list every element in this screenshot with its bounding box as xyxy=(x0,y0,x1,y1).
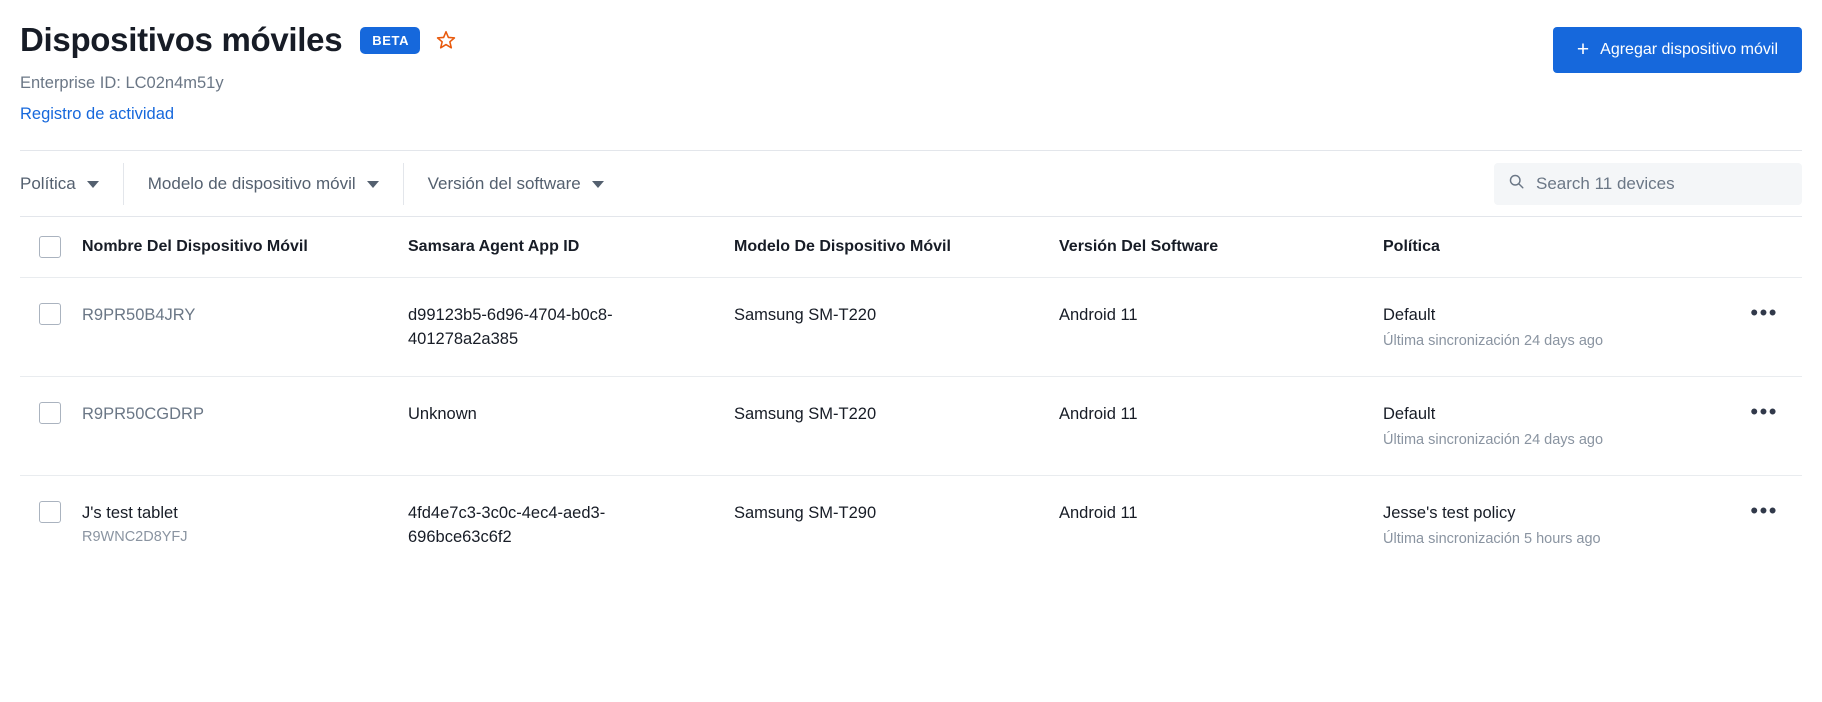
cell-actions: ••• xyxy=(1738,302,1802,324)
table-header-row: Nombre Del Dispositivo Móvil Samsara Age… xyxy=(20,217,1802,277)
row-checkbox[interactable] xyxy=(39,402,61,424)
cell-app-id: 4fd4e7c3-3c0c-4ec4-aed3-696bce63c6f2 xyxy=(408,501,734,549)
star-outline-icon[interactable] xyxy=(434,28,458,52)
overflow-menu-icon[interactable]: ••• xyxy=(1750,401,1778,423)
app-id-value: Unknown xyxy=(408,405,477,423)
add-mobile-device-button[interactable]: + Agregar dispositivo móvil xyxy=(1552,27,1802,73)
column-header-policy: Política xyxy=(1383,238,1440,255)
filter-policy-label: Política xyxy=(20,173,76,193)
search-input[interactable]: Search 11 devices xyxy=(1494,163,1802,205)
row-checkbox[interactable] xyxy=(39,303,61,325)
policy-last-sync: Última sincronización 24 days ago xyxy=(1383,333,1604,349)
filter-device-model[interactable]: Modelo de dispositivo móvil xyxy=(122,162,403,205)
column-header-model: Modelo De Dispositivo Móvil xyxy=(734,238,951,255)
device-name-link[interactable]: R9PR50B4JRY xyxy=(82,303,408,327)
row-checkbox[interactable] xyxy=(39,501,61,523)
table-row[interactable]: J's test tablet R9WNC2D8YFJ 4fd4e7c3-3c0… xyxy=(20,475,1802,574)
overflow-menu-icon[interactable]: ••• xyxy=(1750,302,1778,324)
cell-device-name[interactable]: R9PR50CGDRP xyxy=(82,402,408,426)
cell-policy: Default Última sincronización 24 days ag… xyxy=(1383,303,1738,351)
policy-last-sync: Última sincronización 5 hours ago xyxy=(1383,531,1601,547)
filter-policy[interactable]: Política xyxy=(20,163,123,205)
activity-log-link[interactable]: Registro de actividad xyxy=(20,103,174,125)
title-row: Dispositivos móviles BETA xyxy=(20,18,1802,62)
device-name-link[interactable]: R9PR50CGDRP xyxy=(82,402,408,426)
select-all-checkbox[interactable] xyxy=(39,236,61,258)
mobile-devices-page: Dispositivos móviles BETA Enterprise ID:… xyxy=(0,0,1822,702)
policy-name: Jesse's test policy xyxy=(1383,504,1516,522)
chevron-down-icon xyxy=(86,181,99,188)
cell-actions: ••• xyxy=(1738,401,1802,423)
policy-name: Default xyxy=(1383,306,1436,324)
table-row[interactable]: R9PR50B4JRY d99123b5-6d96-4704-b0c8-4012… xyxy=(20,277,1802,376)
cell-device-model: Samsung SM-T290 xyxy=(734,504,877,522)
devices-table: Nombre Del Dispositivo Móvil Samsara Age… xyxy=(20,216,1802,574)
cell-software-version: Android 11 xyxy=(1059,306,1138,324)
filter-software-version-label: Versión del software xyxy=(427,173,581,193)
filter-software-version[interactable]: Versión del software xyxy=(402,162,628,205)
overflow-menu-icon[interactable]: ••• xyxy=(1750,500,1778,522)
column-header-app-id: Samsara Agent App ID xyxy=(408,238,580,255)
row-select-cell xyxy=(20,402,82,424)
plus-icon: + xyxy=(1576,38,1590,61)
filter-bar: Política Modelo de dispositivo móvil Ver… xyxy=(20,150,1802,216)
cell-device-model: Samsung SM-T220 xyxy=(734,405,877,423)
beta-badge: BETA xyxy=(360,26,421,54)
chevron-down-icon xyxy=(366,181,379,188)
column-header-name: Nombre Del Dispositivo Móvil xyxy=(82,238,308,255)
cell-device-name[interactable]: R9PR50B4JRY xyxy=(82,303,408,327)
row-select-cell xyxy=(20,501,82,523)
app-id-value: d99123b5-6d96-4704-b0c8-401278a2a385 xyxy=(408,306,613,348)
cell-device-name[interactable]: J's test tablet R9WNC2D8YFJ xyxy=(82,501,408,547)
cell-software-version: Android 11 xyxy=(1059,405,1138,423)
chevron-down-icon xyxy=(591,181,604,188)
table-row[interactable]: R9PR50CGDRP Unknown Samsung SM-T220 Andr… xyxy=(20,376,1802,475)
search-icon xyxy=(1508,173,1525,195)
enterprise-id: Enterprise ID: LC02n4m51y xyxy=(20,74,224,92)
cell-app-id: Unknown xyxy=(408,402,734,426)
page-header: Dispositivos móviles BETA Enterprise ID:… xyxy=(0,0,1822,150)
cell-app-id: d99123b5-6d96-4704-b0c8-401278a2a385 xyxy=(408,303,734,351)
device-serial: R9WNC2D8YFJ xyxy=(82,529,188,545)
policy-last-sync: Última sincronización 24 days ago xyxy=(1383,432,1604,448)
page-title: Dispositivos móviles xyxy=(20,21,343,58)
select-all-cell xyxy=(20,236,82,258)
search-placeholder: Search 11 devices xyxy=(1536,174,1675,193)
cell-policy: Default Última sincronización 24 days ag… xyxy=(1383,402,1738,450)
cell-software-version: Android 11 xyxy=(1059,504,1138,522)
app-id-value: 4fd4e7c3-3c0c-4ec4-aed3-696bce63c6f2 xyxy=(408,504,606,546)
filter-device-model-label: Modelo de dispositivo móvil xyxy=(147,173,356,193)
device-name-link[interactable]: J's test tablet xyxy=(82,501,408,525)
add-mobile-device-label: Agregar dispositivo móvil xyxy=(1600,41,1778,58)
policy-name: Default xyxy=(1383,405,1436,423)
cell-actions: ••• xyxy=(1738,500,1802,522)
cell-device-model: Samsung SM-T220 xyxy=(734,306,877,324)
cell-policy: Jesse's test policy Última sincronizació… xyxy=(1383,501,1738,549)
row-select-cell xyxy=(20,303,82,325)
column-header-software: Versión Del Software xyxy=(1059,238,1219,255)
